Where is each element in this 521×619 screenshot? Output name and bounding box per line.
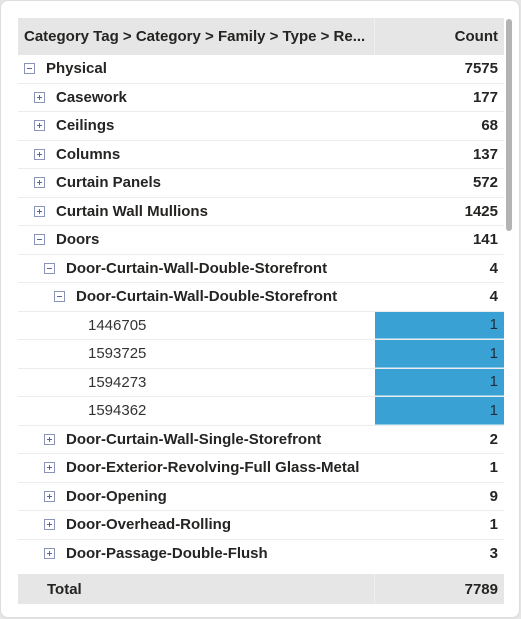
total-value: 7789 xyxy=(464,580,498,598)
row-label-cell: Casework xyxy=(18,84,375,112)
expand-icon[interactable] xyxy=(44,433,55,445)
row-label: Curtain Wall Mullions xyxy=(56,202,208,220)
leaf-row[interactable]: 1446705 1 xyxy=(18,311,504,340)
row-label: Door-Exterior-Revolving-Full Glass-Metal xyxy=(66,459,360,477)
table-header: Category Tag > Category > Family > Type … xyxy=(18,18,504,55)
row-label: Door-Passage-Double-Flush xyxy=(66,544,268,562)
row-label-cell: Door-Exterior-Revolving-Full Glass-Metal xyxy=(18,454,375,482)
expand-icon[interactable] xyxy=(34,205,45,217)
collapse-icon[interactable] xyxy=(54,291,65,303)
vertical-scrollbar[interactable] xyxy=(506,19,512,231)
row-label-cell: Door-Passage-Double-Flush xyxy=(18,540,375,568)
leaf-row[interactable]: 1594362 1 xyxy=(18,397,504,426)
group-row[interactable]: Door-Overhead-Rolling 1 xyxy=(18,511,504,540)
expand-icon[interactable] xyxy=(34,91,45,103)
group-row[interactable]: Ceilings 68 xyxy=(18,112,504,141)
expand-icon[interactable] xyxy=(44,519,55,531)
column-header-hierarchy[interactable]: Category Tag > Category > Family > Type … xyxy=(18,18,375,55)
row-count: 1 xyxy=(375,311,504,339)
row-count: 2 xyxy=(489,430,498,448)
expand-icon[interactable] xyxy=(44,547,55,559)
row-label-cell: Door-Curtain-Wall-Double-Storefront xyxy=(18,283,375,311)
expand-icon[interactable] xyxy=(34,148,45,160)
row-label: Doors xyxy=(56,231,100,249)
row-label: 1446705 xyxy=(88,316,147,334)
row-count: 3 xyxy=(489,544,498,562)
row-count: 141 xyxy=(472,231,498,249)
group-row[interactable]: Door-Passage-Double-Flush 3 xyxy=(18,540,504,568)
collapse-icon[interactable] xyxy=(24,63,35,75)
row-count: 4 xyxy=(489,259,498,277)
group-row[interactable]: Door-Exterior-Revolving-Full Glass-Metal… xyxy=(18,454,504,483)
row-label-cell: 1446705 xyxy=(18,312,375,340)
row-label: Door-Curtain-Wall-Single-Storefront xyxy=(66,430,322,448)
row-label: Door-Opening xyxy=(66,487,167,505)
leaf-row[interactable]: 1594273 1 xyxy=(18,368,504,397)
matrix-visual: Category Tag > Category > Family > Type … xyxy=(1,1,519,617)
expand-icon[interactable] xyxy=(44,462,55,474)
matrix-table: Category Tag > Category > Family > Type … xyxy=(18,18,504,604)
row-label: 1593725 xyxy=(88,345,147,363)
group-row[interactable]: Door-Curtain-Wall-Double-Storefront 4 xyxy=(18,283,504,312)
expand-icon[interactable] xyxy=(44,490,55,502)
group-row[interactable]: Door-Opening 9 xyxy=(18,483,504,511)
row-count: 9 xyxy=(489,487,498,505)
group-row[interactable]: Columns 137 xyxy=(18,141,504,169)
total-label: Total xyxy=(18,574,375,604)
row-label-cell: 1594362 xyxy=(18,397,375,425)
row-label: Columns xyxy=(56,145,121,163)
group-row[interactable]: Casework 177 xyxy=(18,84,504,112)
row-label-cell: Door-Curtain-Wall-Double-Storefront xyxy=(18,255,375,283)
row-label-cell: Door-Opening xyxy=(18,483,375,511)
group-row[interactable]: Physical 7575 xyxy=(18,55,504,84)
row-label: Door-Overhead-Rolling xyxy=(66,516,232,534)
row-label: 1594362 xyxy=(88,402,147,420)
row-label: 1594273 xyxy=(88,373,147,391)
row-count: 1 xyxy=(489,516,498,534)
row-label: Door-Curtain-Wall-Double-Storefront xyxy=(66,259,328,277)
column-header-count[interactable]: Count xyxy=(375,18,504,55)
row-count: 177 xyxy=(472,88,498,106)
expand-icon[interactable] xyxy=(34,177,45,189)
row-label-cell: 1593725 xyxy=(18,340,375,368)
group-row[interactable]: Door-Curtain-Wall-Double-Storefront 4 xyxy=(18,255,504,283)
row-label: Physical xyxy=(46,60,107,78)
row-label-cell: Door-Overhead-Rolling xyxy=(18,511,375,539)
row-count: 7575 xyxy=(464,60,498,78)
group-row[interactable]: Door-Curtain-Wall-Single-Storefront 2 xyxy=(18,426,504,454)
row-label-cell: Doors xyxy=(18,226,375,254)
row-label-cell: Columns xyxy=(18,141,375,169)
group-row[interactable]: Curtain Wall Mullions 1425 xyxy=(18,198,504,226)
row-label-cell: Door-Curtain-Wall-Single-Storefront xyxy=(18,426,375,454)
row-count: 4 xyxy=(489,288,498,306)
group-row[interactable]: Doors 141 xyxy=(18,226,504,255)
row-label: Door-Curtain-Wall-Double-Storefront xyxy=(76,288,338,306)
row-label-cell: Physical xyxy=(18,55,375,83)
leaf-row[interactable]: 1593725 1 xyxy=(18,340,504,369)
row-label: Curtain Panels xyxy=(56,174,162,192)
table-body: Physical 7575 Casework 177 Ceilings 68 Columns… xyxy=(18,55,504,567)
row-count: 137 xyxy=(472,145,498,163)
row-label: Casework xyxy=(56,88,127,106)
row-label: Ceilings xyxy=(56,117,115,135)
row-count: 1 xyxy=(375,368,504,396)
row-label-cell: Curtain Panels xyxy=(18,169,375,197)
expand-icon[interactable] xyxy=(34,120,45,132)
group-row[interactable]: Curtain Panels 572 xyxy=(18,169,504,198)
row-label-cell: 1594273 xyxy=(18,369,375,397)
row-count: 1 xyxy=(375,397,504,425)
row-label-cell: Curtain Wall Mullions xyxy=(18,198,375,226)
collapse-icon[interactable] xyxy=(44,262,55,274)
row-count: 68 xyxy=(481,117,498,135)
row-count: 1425 xyxy=(464,202,498,220)
row-count: 572 xyxy=(472,174,498,192)
row-count: 1 xyxy=(375,340,504,368)
row-count: 1 xyxy=(489,459,498,477)
collapse-icon[interactable] xyxy=(34,234,45,246)
total-row: Total 7789 xyxy=(18,574,504,604)
row-label-cell: Ceilings xyxy=(18,112,375,140)
